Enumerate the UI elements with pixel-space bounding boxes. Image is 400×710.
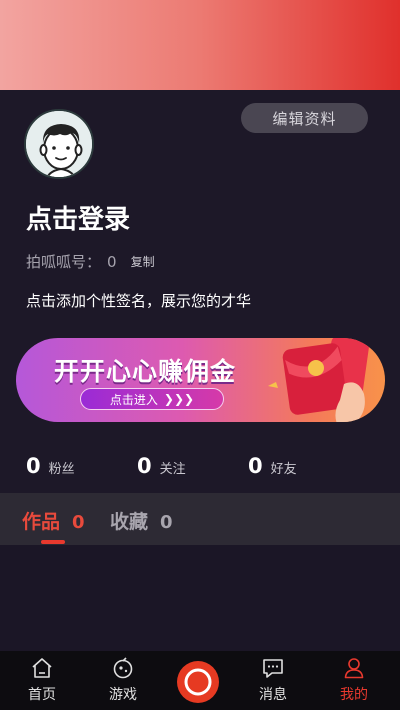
fans-label: 粉丝 xyxy=(48,462,75,477)
login-title[interactable]: 点击登录 xyxy=(26,199,130,236)
nav-label-home: 首页 xyxy=(28,687,56,703)
tab-works-count: 0 xyxy=(72,512,85,533)
tab-favorites-count: 0 xyxy=(160,512,173,533)
avatar[interactable] xyxy=(24,109,94,179)
account-value: 0 xyxy=(107,252,117,271)
gamepad-icon xyxy=(113,657,133,679)
edit-profile-button[interactable]: 编辑资料 xyxy=(241,103,368,133)
banner-title: 开开心心赚佣金 xyxy=(54,357,237,386)
user-icon xyxy=(344,658,364,679)
home-icon xyxy=(32,658,52,678)
camera-record-icon xyxy=(184,668,212,696)
stat-friends[interactable]: 0 好友 xyxy=(248,454,297,478)
nav-camera-record-button[interactable] xyxy=(177,661,219,703)
tab-works-label: 作品 xyxy=(22,511,61,533)
account-label: 拍呱呱号： xyxy=(26,253,102,271)
banner-enter-button[interactable]: 点击进入 ❯❯❯ xyxy=(80,388,224,410)
stat-fans[interactable]: 0 粉丝 xyxy=(26,454,75,478)
red-envelope-icon xyxy=(268,338,379,422)
copy-button[interactable]: 复制 xyxy=(131,253,155,270)
commission-banner[interactable]: 开开心心赚佣金 点击进入 ❯❯❯ xyxy=(16,338,385,422)
message-icon xyxy=(263,659,283,678)
nav-item-mine[interactable]: 我的 xyxy=(324,656,384,704)
nav-label-mine: 我的 xyxy=(340,687,368,703)
nav-item-messages[interactable]: 消息 xyxy=(243,656,303,704)
nav-item-home[interactable]: 首页 xyxy=(12,656,72,704)
works-list xyxy=(0,545,400,651)
account-row: 拍呱呱号： 0 复制 xyxy=(26,251,155,272)
tab-favorites-label: 收藏 xyxy=(110,511,149,533)
nav-label-messages: 消息 xyxy=(259,687,287,703)
chevron-right-icon: ❯❯❯ xyxy=(163,392,195,406)
friends-label: 好友 xyxy=(270,462,297,477)
signature-text[interactable]: 点击添加个性签名，展示您的才华 xyxy=(26,290,251,311)
following-count: 0 xyxy=(137,454,152,478)
content-tabs: 作品 0 收藏 0 xyxy=(0,493,400,545)
nav-label-games: 游戏 xyxy=(109,687,137,703)
following-label: 关注 xyxy=(159,462,186,477)
tab-active-indicator xyxy=(41,540,65,544)
nav-item-games[interactable]: 游戏 xyxy=(93,656,153,704)
stats-row: 0 粉丝 0 关注 0 好友 xyxy=(26,454,386,484)
friends-count: 0 xyxy=(248,454,263,478)
banner-button-label: 点击进入 xyxy=(109,392,158,407)
tab-favorites[interactable]: 收藏 0 xyxy=(110,507,173,534)
fans-count: 0 xyxy=(26,454,41,478)
stat-following[interactable]: 0 关注 xyxy=(137,454,186,478)
tab-works[interactable]: 作品 0 xyxy=(22,507,85,534)
bottom-nav: 首页 游戏 消息 我的 xyxy=(0,651,400,710)
profile-header-background xyxy=(0,0,400,92)
